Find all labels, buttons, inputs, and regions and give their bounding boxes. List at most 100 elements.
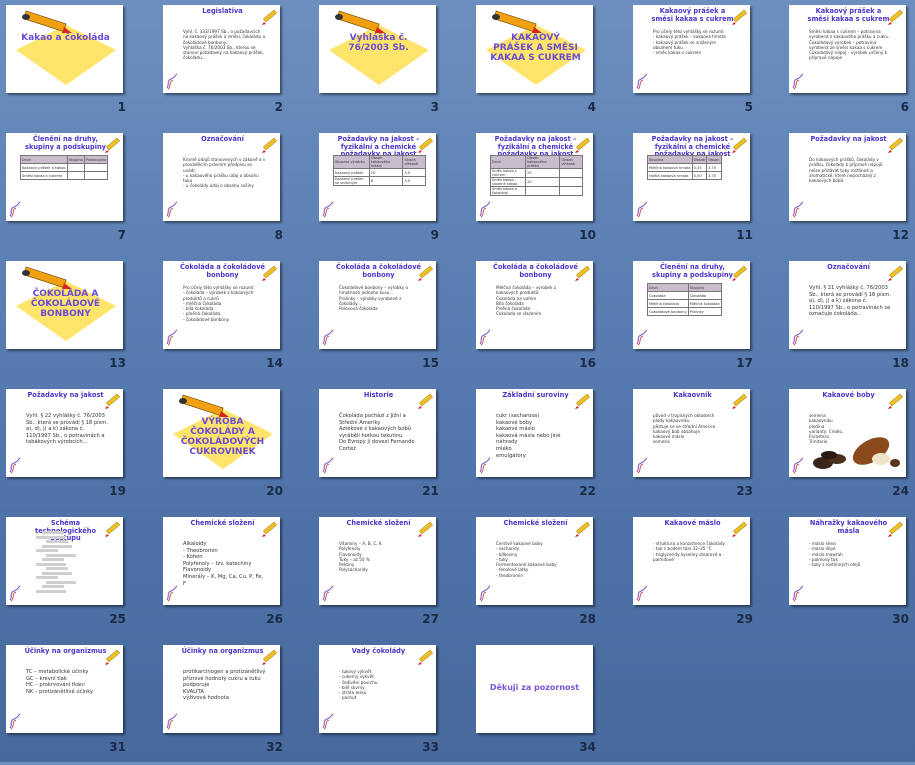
table-cell: Mléčná čokoláda [687, 299, 722, 308]
slide-thumbnail[interactable]: Čokoláda a čokoládové bonbony Čokoládové … [319, 261, 436, 349]
table-row: Směsi kakaa s cukrem [20, 171, 109, 180]
slide-number: 30 [892, 612, 909, 626]
slide-cell: Účinky na organizmus protikarcinogen a pr… [157, 640, 307, 765]
slide-thumbnail[interactable]: Chemické složení Alkaloidy - Theobromin -… [163, 517, 280, 605]
slide-thumbnail[interactable]: Označování Kromě údajů stanovených v záko… [163, 133, 280, 221]
slide-title: Legislativa [202, 7, 243, 15]
table-cell: 25 [525, 168, 561, 178]
slide-thumbnail[interactable]: Požadavky na jakost –fyzikální a chemick… [476, 133, 593, 221]
slide-thumbnail[interactable]: Základní suroviny cukr (sacharosa) kakaov… [476, 389, 593, 477]
table-cell [525, 186, 561, 196]
table-cell: Skupina výrobku [333, 155, 370, 169]
decorative-doodle-icon [478, 200, 492, 218]
slide-thumbnail[interactable]: Kakaovník původ v tropických oblastech pl… [633, 389, 750, 477]
slide-title: Kakaové máslo [664, 519, 721, 527]
table-row: Druh Skupina Podskupina [20, 155, 109, 164]
slide-thumbnail[interactable]: Kakaové boby semena kakaovníku plodina va… [789, 389, 906, 477]
slide-thumbnail[interactable]: VÝROBA ČOKOLÁDY A ČOKOLÁDOVÝCH CUKROVINE… [163, 389, 280, 477]
slide-cell: Čokoláda a čokoládové bonbony Pro účely t… [157, 256, 307, 381]
slide-number: 20 [266, 484, 283, 498]
slide-cell: Chemické složení Alkaloidy - Theobromin -… [157, 512, 307, 637]
slide-cell: Označování Vyhl. § 21 vyhlášky č. 76/2003… [783, 256, 915, 381]
slide-thumbnail[interactable]: Kakaový prášek a směsi kakaa s cukrem Pro… [633, 5, 750, 93]
table-cell: 0,35 [691, 163, 708, 172]
decorative-doodle-icon [635, 72, 649, 90]
slide-cell: Požadavky na jakost Do kakaových prášků, … [783, 128, 915, 253]
slide-body-text: Čokoláda pochází z Jižní a Střední Ameri… [339, 413, 415, 452]
decorative-doodle-icon [165, 328, 179, 346]
slide-cell: Vyhláška č. 76/2003 Sb. 3 [313, 0, 463, 125]
table-row: Čokoládové bonbony Pralinky [647, 307, 722, 316]
slide-cell: Kakaový prášek a směsi kakaa s cukrem Smě… [783, 0, 915, 125]
slide-number: 11 [736, 228, 753, 242]
slide-thumbnail[interactable]: Požadavky na jakost Do kakaových prášků, … [789, 133, 906, 221]
slide-number: 27 [422, 612, 439, 626]
slide-thumbnail[interactable]: Kakaové máslo - struktura a konzistence č… [633, 517, 750, 605]
slide-title: Čokoláda a čokoládové bonbony [336, 263, 421, 279]
slide-cell: Požadavky na jakost –fyzikální a chemick… [313, 128, 463, 253]
slide-thumbnail[interactable]: Náhražky kakaového másla - máslo shea - m… [789, 517, 906, 605]
slide-thumbnail[interactable]: Účinky na organizmus protikarcinogen a pr… [163, 645, 280, 733]
table-cell: Kakaový prášek a kakao [20, 163, 68, 172]
slide-number: 33 [422, 740, 439, 754]
slide-thumbnail[interactable]: Členění na druhy, skupiny a podskupiny Dr… [633, 261, 750, 349]
slide-thumbnail[interactable]: Čokoláda a čokoládové bonbony Pro účely t… [163, 261, 280, 349]
table-row: Směs kakaa s cukrem 25 [489, 168, 583, 178]
table-cell: Obsah kakaového máslo [368, 155, 404, 169]
slide-cell: Kakao a čokoláda 1 [0, 0, 150, 125]
slide-body-text: Mléčná čokoláda – výrobek z kakaových pr… [496, 285, 556, 317]
slide-title: Kakao a čokoláda [21, 33, 110, 43]
slide-thumbnail[interactable]: Chemické složení Vitamíny – A, B, C, K Po… [319, 517, 436, 605]
table-cell: Směsi kakaa s cukrem [20, 171, 68, 180]
slide-title: Základní suroviny [502, 391, 569, 399]
slide-cell: Legislativa Vyhl. č. 333/1997 Sb., o poža… [157, 0, 307, 125]
table-cell: Směs kakaa a čokolády [489, 186, 527, 196]
table-cell: Druh [647, 283, 689, 292]
decorative-doodle-icon [791, 328, 805, 346]
slide-thumbnail[interactable]: Historie Čokoláda pochází z Jižní a Střed… [319, 389, 436, 477]
slide-thumbnail[interactable]: Schéma technologického postupu [6, 517, 123, 605]
slide-title: ČOKOLÁDA A ČOKOLÁDOVÉ BONBONY [30, 289, 101, 319]
slide-cell: Kakaový prášek a směsi kakaa s cukrem Pro… [627, 0, 777, 125]
slide-thumbnail[interactable]: Požadavky na jakost –fyzikální a chemick… [319, 133, 436, 221]
slide-title: Kakaový prášek a směsi kakaa s cukrem [651, 7, 734, 23]
slide-body-text: - tukový výkvět - cukerný výkvět - šediv… [339, 669, 378, 701]
slide-thumbnail[interactable]: Vyhláška č. 76/2003 Sb. [319, 5, 436, 93]
slide-body-text: Vyhl. č. 333/1997 Sb., o požadavcích na … [183, 29, 266, 61]
slide-thumbnail[interactable]: Děkuji za pozornost [476, 645, 593, 733]
slide-body-text: cukr (sacharosa) kakaové boby kakaové má… [496, 413, 561, 459]
slide-title: Chemické složení [190, 519, 255, 527]
slide-body-text: Směsi kakaa s cukrem – potravina vyroben… [809, 29, 889, 61]
slide-thumbnail[interactable]: Legislativa Vyhl. č. 333/1997 Sb., o poža… [163, 5, 280, 93]
table-cell: Čokoláda [687, 291, 722, 300]
flowchart-diagram [36, 531, 78, 595]
slide-table: Druh Skupina Čokoláda Čokoláda Mléčná čokolá… [647, 283, 722, 316]
slide-number: 22 [579, 484, 596, 498]
slide-title: Historie [363, 391, 394, 399]
slide-thumbnail[interactable]: KAKAOVÝ PRÁŠEK A SMĚSI KAKAA S CUKREM [476, 5, 593, 93]
slide-thumbnail[interactable]: Chemické složení Čerstvé kakaové boby - s… [476, 517, 593, 605]
slide-title: Označování [827, 263, 870, 271]
decorative-doodle-icon [791, 72, 805, 90]
table-row: Skupina Obsah Obsah [647, 155, 722, 164]
slide-thumbnail[interactable]: Vady čokolády - tukový výkvět - cukerný v… [319, 645, 436, 733]
slide-thumbnail[interactable]: Čokoláda a čokoládové bonbony Mléčná čoko… [476, 261, 593, 349]
slide-thumbnail[interactable]: Požadavky na jakost Vyhl. § 22 vyhlášky č… [6, 389, 123, 477]
decorative-doodle-icon [165, 712, 179, 730]
slide-thumbnail[interactable]: Kakao a čokoláda [6, 5, 123, 93]
slide-title: VÝROBA ČOKOLÁDY A ČOKOLÁDOVÝCH CUKROVINE… [180, 417, 265, 457]
decorative-doodle-icon [321, 200, 335, 218]
table-cell: Obsah [706, 155, 722, 164]
slide-thumbnail[interactable]: Členění na druhy, skupiny a podskupiny Dr… [6, 133, 123, 221]
slide-thumbnail[interactable]: Označování Vyhl. § 21 vyhlášky č. 76/2003… [789, 261, 906, 349]
slide-thumbnail[interactable]: Účinky na organizmus TC – metabolické úči… [6, 645, 123, 733]
slide-thumbnail[interactable]: Požadavky na jakost –fyzikální a chemick… [633, 133, 750, 221]
slide-cell: Děkuji za pozornost 34 [470, 640, 620, 765]
slide-thumbnail[interactable]: Kakaový prášek a směsi kakaa s cukrem Smě… [789, 5, 906, 93]
slide-thumbnail[interactable]: ČOKOLÁDA A ČOKOLÁDOVÉ BONBONY [6, 261, 123, 349]
slide-number: 15 [422, 356, 439, 370]
decorative-doodle-icon [478, 456, 492, 474]
table-row: Druh Skupina [647, 283, 722, 292]
decorative-doodle-icon [478, 328, 492, 346]
table-cell: Čokoláda [647, 291, 689, 300]
